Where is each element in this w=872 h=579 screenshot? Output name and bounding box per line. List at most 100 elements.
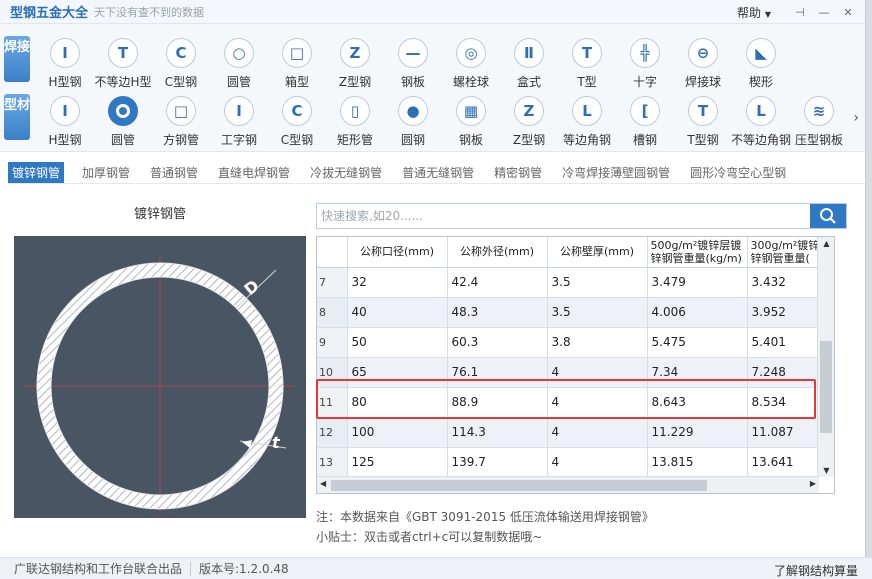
- scroll-right-icon[interactable]: ›: [853, 110, 859, 126]
- table-row[interactable]: 12 100 114.3 4 11.229 11.087: [317, 417, 821, 448]
- table-cell[interactable]: 13.815: [647, 447, 748, 478]
- profile-item[interactable]: I 工字钢: [210, 90, 268, 150]
- weld-item[interactable]: I H型钢: [36, 32, 94, 92]
- row-number-cell[interactable]: 12: [317, 417, 348, 448]
- scroll-down-icon[interactable]: ▼: [818, 466, 834, 475]
- scroll-up-icon[interactable]: ▲: [818, 239, 834, 248]
- table-cell[interactable]: 100: [347, 417, 448, 448]
- table-cell[interactable]: 60.3: [447, 327, 548, 358]
- profile-item[interactable]: T T型钢: [674, 90, 732, 150]
- subtype-tab[interactable]: 圆形冷弯空心型钢: [686, 162, 790, 183]
- weld-item[interactable]: ◣ 楔形: [732, 32, 790, 92]
- table-cell[interactable]: 80: [347, 387, 448, 418]
- column-header[interactable]: 公称外径(mm): [447, 237, 548, 268]
- table-cell[interactable]: 8.643: [647, 387, 748, 418]
- subtype-tab[interactable]: 加厚钢管: [78, 162, 134, 183]
- profile-item[interactable]: ● 圆钢: [384, 90, 442, 150]
- subtype-tab[interactable]: 冷弯焊接薄壁圆钢管: [558, 162, 674, 183]
- row-number-cell[interactable]: 7: [317, 267, 348, 298]
- table-cell[interactable]: 88.9: [447, 387, 548, 418]
- table-cell[interactable]: 125: [347, 447, 448, 478]
- profile-item[interactable]: □ 方钢管: [152, 90, 210, 150]
- table-cell[interactable]: 139.7: [447, 447, 548, 478]
- table-cell[interactable]: 3.8: [547, 327, 648, 358]
- table-cell[interactable]: 7.34: [647, 357, 748, 388]
- weld-item[interactable]: Ⅱ 盒式: [500, 32, 558, 92]
- table-cell[interactable]: 4.006: [647, 297, 748, 328]
- profile-item[interactable]: L 不等边角钢: [731, 90, 791, 150]
- table-cell[interactable]: 50: [347, 327, 448, 358]
- close-icon[interactable]: ✕: [839, 6, 857, 19]
- row-number-cell[interactable]: 10: [317, 357, 348, 388]
- profile-item[interactable]: C C型钢: [268, 90, 326, 150]
- vertical-scrollbar[interactable]: ▲ ▼: [817, 237, 834, 477]
- table-cell[interactable]: 13.641: [747, 447, 821, 478]
- subtype-tab[interactable]: 镀锌钢管: [8, 162, 65, 183]
- profile-item[interactable]: ▯ 矩形管: [326, 90, 384, 150]
- column-header[interactable]: 500g/m²镀锌层镀 锌钢管重量(kg/m): [647, 237, 748, 268]
- table-row[interactable]: 13 125 139.7 4 13.815 13.641: [317, 447, 821, 478]
- weld-item[interactable]: — 钢板: [384, 32, 442, 92]
- table-cell[interactable]: 48.3: [447, 297, 548, 328]
- subtype-tab[interactable]: 普通钢管: [146, 162, 202, 183]
- table-cell[interactable]: 3.5: [547, 297, 648, 328]
- scrollbar-thumb[interactable]: [331, 480, 707, 491]
- table-cell[interactable]: 4: [547, 417, 648, 448]
- learn-more-link[interactable]: 了解钢结构算量: [774, 562, 858, 579]
- help-menu[interactable]: 帮助 ▼: [737, 4, 771, 21]
- table-cell[interactable]: 65: [347, 357, 448, 388]
- weld-category-badge[interactable]: 焊接: [4, 36, 30, 82]
- table-row[interactable]: 9 50 60.3 3.8 5.475 5.401: [317, 327, 821, 358]
- horizontal-scrollbar[interactable]: ◀ ▶: [317, 476, 819, 493]
- table-row[interactable]: 10 65 76.1 4 7.34 7.248: [317, 357, 821, 388]
- weld-item[interactable]: ╬ 十字: [616, 32, 674, 92]
- table-cell[interactable]: 3.432: [747, 267, 821, 298]
- search-input[interactable]: [317, 204, 810, 228]
- row-number-cell[interactable]: 8: [317, 297, 348, 328]
- profile-item[interactable]: L 等边角钢: [558, 90, 616, 150]
- scroll-left-icon[interactable]: ◀: [320, 479, 326, 488]
- profile-item[interactable]: Z Z型钢: [500, 90, 558, 150]
- profile-item[interactable]: 圆管: [94, 90, 152, 150]
- subtype-tab[interactable]: 普通无缝钢管: [398, 162, 478, 183]
- row-number-cell[interactable]: 11: [317, 387, 348, 418]
- profile-category-badge[interactable]: 型材: [4, 94, 30, 140]
- table-row[interactable]: 7 32 42.4 3.5 3.479 3.432: [317, 267, 821, 298]
- table-cell[interactable]: 4: [547, 357, 648, 388]
- row-number-cell[interactable]: 13: [317, 447, 348, 478]
- table-cell[interactable]: 3.5: [547, 267, 648, 298]
- table-cell[interactable]: 4: [547, 387, 648, 418]
- table-cell[interactable]: 3.952: [747, 297, 821, 328]
- table-cell[interactable]: 11.229: [647, 417, 748, 448]
- weld-item[interactable]: Z Z型钢: [326, 32, 384, 92]
- profile-item[interactable]: I H型钢: [36, 90, 94, 150]
- weld-item[interactable]: ◎ 螺栓球: [442, 32, 500, 92]
- table-cell[interactable]: 5.475: [647, 327, 748, 358]
- column-header[interactable]: 公称口径(mm): [347, 237, 448, 268]
- profile-item[interactable]: [槽钢: [616, 90, 674, 150]
- table-cell[interactable]: 11.087: [747, 417, 821, 448]
- weld-item[interactable]: □ 箱型: [268, 32, 326, 92]
- subtype-tab[interactable]: 精密钢管: [490, 162, 546, 183]
- search-button[interactable]: [810, 204, 846, 228]
- profile-item[interactable]: ≋ 压型钢板: [790, 90, 848, 150]
- table-cell[interactable]: 8.534: [747, 387, 821, 418]
- weld-item[interactable]: T T型: [558, 32, 616, 92]
- pin-icon[interactable]: ⊣: [791, 6, 809, 19]
- table-cell[interactable]: 7.248: [747, 357, 821, 388]
- weld-item[interactable]: C C型钢: [152, 32, 210, 92]
- table-cell[interactable]: 42.4: [447, 267, 548, 298]
- table-cell[interactable]: 32: [347, 267, 448, 298]
- row-number-cell[interactable]: 9: [317, 327, 348, 358]
- table-row[interactable]: 11 80 88.9 4 8.643 8.534: [317, 387, 821, 418]
- weld-item[interactable]: T 不等边H型: [94, 32, 152, 92]
- column-header[interactable]: 公称壁厚(mm): [547, 237, 648, 268]
- scrollbar-thumb[interactable]: [820, 341, 832, 433]
- table-cell[interactable]: 4: [547, 447, 648, 478]
- minimize-icon[interactable]: —: [815, 6, 833, 19]
- table-cell[interactable]: 76.1: [447, 357, 548, 388]
- scroll-right-icon[interactable]: ▶: [810, 479, 816, 488]
- table-cell[interactable]: 3.479: [647, 267, 748, 298]
- table-row[interactable]: 8 40 48.3 3.5 4.006 3.952: [317, 297, 821, 328]
- table-cell[interactable]: 5.401: [747, 327, 821, 358]
